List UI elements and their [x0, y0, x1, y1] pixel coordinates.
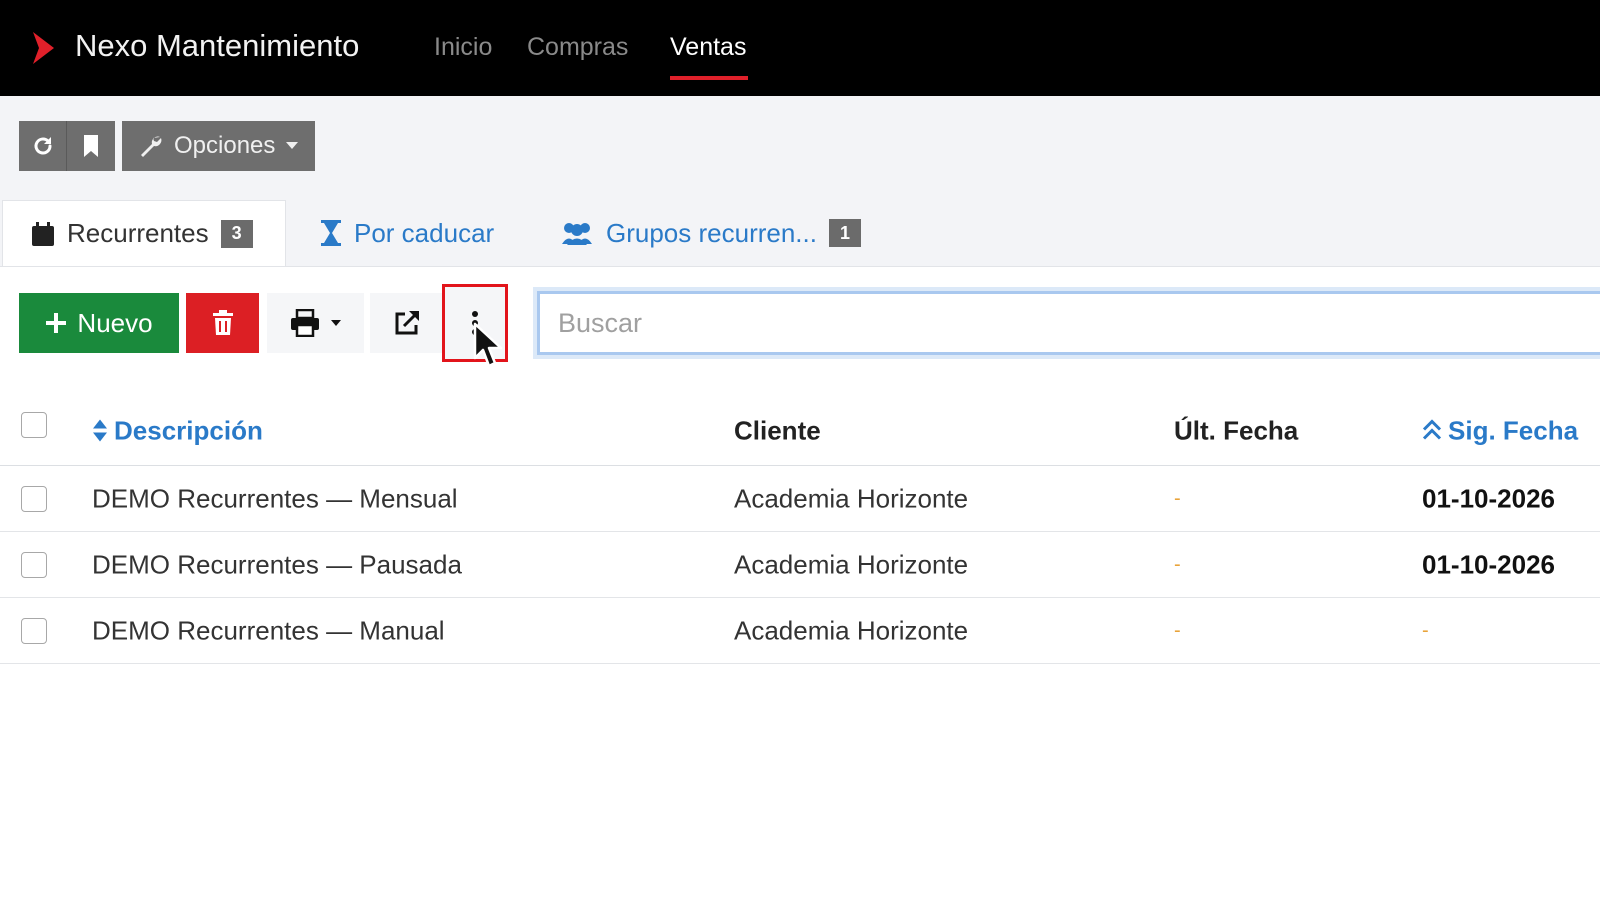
caret-down-icon: [330, 320, 341, 326]
row-last-date: -: [1174, 487, 1181, 509]
app-title[interactable]: Nexo Mantenimiento: [75, 28, 359, 64]
sort-ascending-icon: [1422, 419, 1442, 440]
column-header-sig-fecha-label: Sig. Fecha: [1448, 415, 1579, 445]
calendar-icon: [32, 221, 54, 246]
tab-recurrentes-count-badge: 3: [220, 219, 253, 248]
nav-active-indicator: [670, 76, 748, 80]
recurring-table: Descripción Cliente Últ. Fecha Sig. Fech…: [0, 396, 1600, 664]
column-header-descripcion[interactable]: Descripción: [92, 415, 263, 446]
column-header-descripcion-label: Descripción: [114, 415, 263, 445]
row-description: DEMO Recurrentes — Pausada: [92, 549, 462, 579]
row-client: Academia Horizonte: [734, 483, 969, 513]
print-dropdown-button[interactable]: [267, 293, 364, 353]
row-checkbox[interactable]: [21, 485, 47, 512]
row-last-date: -: [1174, 553, 1181, 575]
row-client: Academia Horizonte: [734, 615, 969, 645]
new-button-label: Nuevo: [77, 307, 153, 338]
vertical-ellipsis-icon: [472, 311, 478, 335]
tab-por-caducar[interactable]: Por caducar: [320, 200, 494, 266]
options-label: Opciones: [174, 132, 276, 159]
select-all-checkbox[interactable]: [21, 412, 47, 438]
column-header-sig-fecha[interactable]: Sig. Fecha: [1422, 415, 1578, 446]
open-external-button[interactable]: [370, 293, 444, 353]
toolbar-button-group: [19, 121, 115, 171]
row-next-date: 01-10-2026: [1422, 549, 1555, 579]
brand-logo-icon: [33, 32, 54, 64]
column-header-ult-fecha[interactable]: Últ. Fecha: [1174, 415, 1298, 446]
table-row[interactable]: DEMO Recurrentes — Pausada Academia Hori…: [0, 532, 1600, 598]
tab-grupos-recurrentes-label: Grupos recurren...: [606, 217, 817, 248]
row-client: Academia Horizonte: [734, 549, 969, 579]
refresh-icon: [34, 137, 51, 155]
printer-icon: [290, 309, 319, 337]
users-icon: [562, 223, 592, 245]
external-link-icon: [395, 311, 419, 335]
table-header-row: Descripción Cliente Últ. Fecha Sig. Fech…: [0, 396, 1600, 466]
row-checkbox[interactable]: [21, 617, 47, 644]
delete-button[interactable]: [186, 293, 259, 353]
tab-por-caducar-label: Por caducar: [354, 217, 495, 248]
tab-recurrentes-label: Recurrentes: [67, 218, 209, 248]
options-dropdown-button[interactable]: Opciones: [122, 121, 315, 171]
row-checkbox[interactable]: [21, 551, 47, 578]
row-description: DEMO Recurrentes — Mensual: [92, 483, 458, 513]
bookmark-icon: [84, 135, 98, 157]
table-row[interactable]: DEMO Recurrentes — Manual Academia Horiz…: [0, 598, 1600, 664]
row-next-date: 01-10-2026: [1422, 483, 1555, 513]
table-row[interactable]: DEMO Recurrentes — Mensual Academia Hori…: [0, 466, 1600, 532]
nav-compras[interactable]: Compras: [527, 33, 628, 62]
row-next-date: -: [1422, 619, 1429, 641]
bookmark-button[interactable]: [67, 121, 115, 171]
more-options-button[interactable]: [442, 284, 508, 362]
nav-inicio[interactable]: Inicio: [434, 33, 492, 62]
tab-grupos-recurrentes[interactable]: Grupos recurren... 1: [560, 200, 861, 266]
sort-icon: [93, 419, 107, 442]
row-description: DEMO Recurrentes — Manual: [92, 615, 445, 645]
wrench-icon: [141, 136, 162, 157]
column-header-cliente[interactable]: Cliente: [734, 415, 821, 446]
search-input[interactable]: [537, 291, 1600, 355]
plus-icon: [46, 313, 67, 333]
hourglass-icon: [321, 220, 341, 246]
trash-icon: [212, 310, 233, 335]
tab-grupos-count-badge: 1: [828, 219, 861, 247]
refresh-button[interactable]: [19, 121, 67, 171]
row-last-date: -: [1174, 619, 1181, 641]
top-navbar: Nexo Mantenimiento Inicio Compras Ventas: [0, 0, 1600, 96]
caret-down-icon: [286, 142, 299, 149]
new-button[interactable]: Nuevo: [19, 293, 179, 353]
nav-ventas[interactable]: Ventas: [670, 33, 746, 62]
tab-recurrentes[interactable]: Recurrentes 3: [2, 200, 286, 266]
